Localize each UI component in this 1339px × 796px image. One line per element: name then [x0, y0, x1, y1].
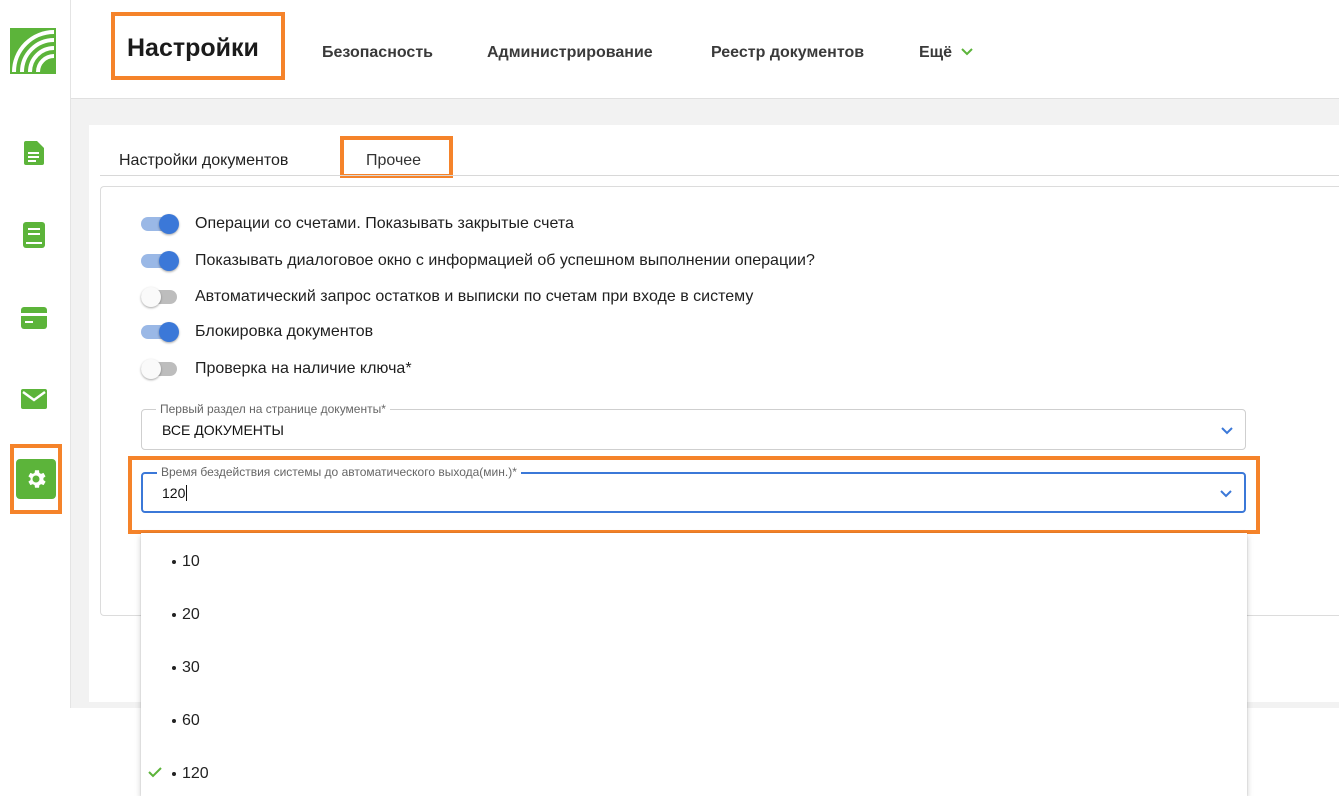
first-section-value: ВСЕ ДОКУМЕНТЫ: [162, 422, 284, 438]
toggle-show-closed-accounts[interactable]: Операции со счетами. Показывать закрытые…: [141, 212, 574, 236]
option-item-selected[interactable]: 120: [141, 754, 1247, 794]
document-icon: [24, 141, 44, 165]
toggle-label: Показывать диалоговое окно с информацией…: [195, 252, 815, 269]
toggle-label: Проверка на наличие ключа*: [195, 360, 412, 377]
tab-other[interactable]: Прочее: [366, 152, 421, 170]
toggle-label: Автоматический запрос остатков и выписки…: [195, 288, 754, 305]
page-title-box: Настройки: [111, 12, 285, 80]
idle-timeout-label: Время бездействия системы до автоматичес…: [157, 465, 521, 479]
toggle-switch[interactable]: [141, 251, 181, 271]
toggle-label: Операции со счетами. Показывать закрытые…: [195, 215, 574, 232]
toggle-auto-balance-request[interactable]: Автоматический запрос остатков и выписки…: [141, 285, 753, 309]
idle-timeout-input[interactable]: 120: [162, 485, 188, 501]
check-icon: [148, 767, 162, 778]
book-icon: [23, 222, 45, 248]
sidebar-item-cards[interactable]: [19, 303, 49, 333]
option-item[interactable]: 10: [141, 542, 1247, 582]
toggle-label: Блокировка документов: [195, 323, 374, 340]
first-section-label: Первый раздел на странице документы*: [156, 402, 390, 416]
page-title: Настройки: [127, 34, 259, 62]
mail-icon: [21, 389, 47, 409]
first-section-select[interactable]: Первый раздел на странице документы* ВСЕ…: [141, 402, 1246, 450]
idle-timeout-select[interactable]: Время бездействия системы до автоматичес…: [141, 465, 1246, 513]
toggle-switch[interactable]: [141, 214, 181, 234]
toggle-switch[interactable]: [141, 322, 181, 342]
sidebar-item-documents[interactable]: [19, 138, 49, 168]
nav-link-security[interactable]: Безопасность: [322, 44, 433, 62]
toggle-key-check[interactable]: Проверка на наличие ключа*: [141, 357, 412, 381]
sidebar-item-directory[interactable]: [19, 220, 49, 250]
idle-timeout-options-menu: 10 20 30 60 120: [141, 533, 1247, 796]
more-label: Ещё: [919, 44, 953, 61]
option-item[interactable]: 60: [141, 701, 1247, 741]
chevron-down-icon: [960, 48, 973, 56]
toggle-document-lock[interactable]: Блокировка документов: [141, 320, 373, 344]
tab-document-settings[interactable]: Настройки документов: [119, 152, 288, 170]
option-item[interactable]: 30: [141, 648, 1247, 688]
card-icon: [21, 307, 47, 329]
toggle-switch[interactable]: [141, 287, 181, 307]
sidebar-item-settings[interactable]: [10, 444, 62, 514]
nav-link-more[interactable]: Ещё: [919, 44, 973, 62]
toggle-switch[interactable]: [141, 359, 181, 379]
nav-link-administration[interactable]: Администрирование: [487, 44, 653, 62]
top-header: Настройки Безопасность Администрирование…: [71, 0, 1339, 99]
chevron-down-icon[interactable]: [1219, 422, 1235, 438]
chevron-down-icon[interactable]: [1218, 485, 1234, 501]
tab-divider: [100, 175, 1339, 176]
nav-link-document-registry[interactable]: Реестр документов: [711, 44, 864, 62]
toggle-success-dialog[interactable]: Показывать диалоговое окно с информацией…: [141, 249, 815, 273]
sidebar-item-messages[interactable]: [19, 384, 49, 414]
logo-icon[interactable]: [10, 28, 56, 74]
sidebar: [0, 0, 71, 708]
option-item[interactable]: 20: [141, 595, 1247, 635]
gear-icon: [28, 470, 46, 488]
